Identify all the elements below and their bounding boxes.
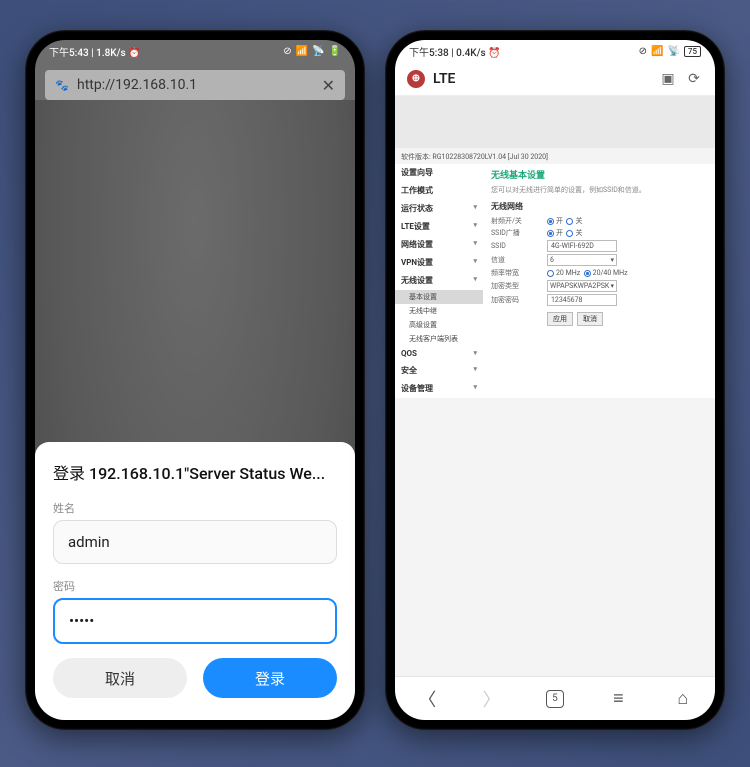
phone-right: 下午5:38 | 0.4K/s ⏰ ⊘ 📶 📡 75 ⊕ LTE ▣ ⟳ 软件版… [385, 30, 725, 730]
tabs-button[interactable]: 5 [546, 690, 564, 708]
signal-icon: 📶 [296, 46, 308, 57]
chevron-down-icon: ▾ [473, 275, 477, 286]
home-icon[interactable]: ⌂ [673, 689, 693, 709]
wifi-password-input[interactable]: 12345678 [547, 294, 617, 306]
cancel-button[interactable]: 取消 [53, 658, 187, 698]
row-ssid: SSID 4G-WIFI-692D [491, 240, 707, 252]
sidebar: 设置向导 工作模式 运行状态▾ LTE设置▾ 网络设置▾ VPN设置▾ 无线设置… [395, 164, 483, 398]
sidebar-item-vpn[interactable]: VPN设置▾ [395, 254, 483, 272]
encryption-select[interactable]: WPAPSKWPA2PSK▾ [547, 280, 617, 292]
sidebar-sub-clients[interactable]: 无线客户端列表 [395, 332, 483, 346]
cancel-button[interactable]: 取消 [577, 312, 603, 326]
apply-button[interactable]: 应用 [547, 312, 573, 326]
bw-20[interactable]: 20 MHz [547, 269, 580, 277]
page-title: LTE [433, 71, 651, 87]
form-buttons: 应用 取消 [491, 312, 707, 326]
sidebar-item-mode[interactable]: 工作模式 [395, 182, 483, 200]
sidebar-sub-advanced[interactable]: 高级设置 [395, 318, 483, 332]
username-input[interactable]: admin [53, 520, 337, 564]
globe-icon: 🐾 [55, 78, 69, 92]
broadcast-off[interactable]: 关 [566, 228, 582, 238]
chevron-down-icon: ▾ [473, 383, 477, 394]
row-broadcast: SSID广播 开 关 [491, 228, 707, 238]
status-icons: ⊘ 📶 📡 🔋 [283, 46, 341, 57]
firmware-line: 软件版本: RG10228308720LV1.04 [Jul 30 2020] [395, 150, 715, 164]
sidebar-item-qos[interactable]: QOS▾ [395, 346, 483, 362]
site-icon: ⊕ [407, 70, 425, 88]
menu-icon[interactable]: ≡ [608, 689, 628, 709]
ssid-input[interactable]: 4G-WIFI-692D [547, 240, 617, 252]
sidebar-item-security[interactable]: 安全▾ [395, 362, 483, 380]
back-icon[interactable]: 〈 [417, 689, 437, 709]
dialog-title: 登录 192.168.10.1"Server Status We... [53, 460, 337, 484]
username-label: 姓名 [53, 500, 337, 516]
screen-left: 下午5:43 | 1.8K/s ⏰ ⊘ 📶 📡 🔋 🐾 http://192.1… [35, 40, 355, 720]
row-bandwidth: 频率带宽 20 MHz 20/40 MHz [491, 268, 707, 278]
status-time: 下午5:38 | 0.4K/s ⏰ [409, 44, 501, 59]
sidebar-item-network[interactable]: 网络设置▾ [395, 236, 483, 254]
sidebar-item-lte[interactable]: LTE设置▾ [395, 218, 483, 236]
section-head: 无线网络 [491, 201, 707, 212]
banner [395, 96, 715, 148]
sidebar-item-device[interactable]: 设备管理▾ [395, 380, 483, 398]
battery-icon: 75 [684, 46, 701, 57]
sidebar-item-wizard[interactable]: 设置向导 [395, 164, 483, 182]
chevron-down-icon: ▾ [473, 257, 477, 268]
row-channel: 信道 6▾ [491, 254, 707, 266]
title-bar: ⊕ LTE ▣ ⟳ [395, 62, 715, 96]
wifi-icon: 📡 [312, 46, 324, 57]
broadcast-on[interactable]: 开 [547, 228, 563, 238]
row-password: 加密密码 12345678 [491, 294, 707, 306]
battery-icon: 🔋 [329, 46, 341, 57]
content-subtitle: 您可以对无线进行简单的设置，例如SSID和信道。 [491, 185, 707, 195]
forward-icon[interactable]: 〉 [482, 689, 502, 709]
clear-icon[interactable]: ✕ [322, 76, 335, 95]
bw-2040[interactable]: 20/40 MHz [584, 269, 628, 277]
login-dialog: 登录 192.168.10.1"Server Status We... 姓名 a… [35, 442, 355, 720]
refresh-icon[interactable]: ⟳ [685, 71, 703, 87]
nosim-icon: ⊘ [639, 46, 647, 57]
status-bar: 下午5:38 | 0.4K/s ⏰ ⊘ 📶 📡 75 [395, 40, 715, 62]
channel-select[interactable]: 6▾ [547, 254, 617, 266]
chevron-down-icon: ▾ [473, 221, 477, 232]
chevron-down-icon: ▾ [473, 203, 477, 214]
radio-on[interactable]: 开 [547, 216, 563, 226]
router-admin-page: 软件版本: RG10228308720LV1.04 [Jul 30 2020] … [395, 96, 715, 676]
url-text: http://192.168.10.1 [77, 77, 314, 93]
nosim-icon: ⊘ [283, 46, 291, 57]
screen-right: 下午5:38 | 0.4K/s ⏰ ⊘ 📶 📡 75 ⊕ LTE ▣ ⟳ 软件版… [395, 40, 715, 720]
radio-off[interactable]: 关 [566, 216, 582, 226]
url-bar[interactable]: 🐾 http://192.168.10.1 ✕ [45, 70, 345, 100]
status-time: 下午5:43 | 1.8K/s ⏰ [49, 44, 141, 59]
browser-navbar: 〈 〉 5 ≡ ⌂ [395, 676, 715, 720]
status-icons: ⊘ 📶 📡 75 [639, 46, 701, 57]
chevron-down-icon: ▾ [473, 349, 477, 358]
sidebar-sub-repeater[interactable]: 无线中继 [395, 304, 483, 318]
content-title: 无线基本设置 [491, 168, 707, 181]
phone-left: 下午5:43 | 1.8K/s ⏰ ⊘ 📶 📡 🔋 🐾 http://192.1… [25, 30, 365, 730]
status-bar: 下午5:43 | 1.8K/s ⏰ ⊘ 📶 📡 🔋 [35, 40, 355, 62]
password-label: 密码 [53, 578, 337, 594]
bookmark-icon[interactable]: ▣ [659, 71, 677, 87]
wifi-icon: 📡 [667, 46, 679, 57]
sidebar-sub-basic[interactable]: 基本设置 [395, 290, 483, 304]
chevron-down-icon: ▾ [473, 239, 477, 250]
sidebar-item-status[interactable]: 运行状态▾ [395, 200, 483, 218]
row-radio: 射频开/关 开 关 [491, 216, 707, 226]
dialog-buttons: 取消 登录 [53, 658, 337, 698]
signal-icon: 📶 [651, 46, 663, 57]
sidebar-item-wireless[interactable]: 无线设置▾ [395, 272, 483, 290]
password-input[interactable]: ••••• [53, 598, 337, 644]
row-encryption: 加密类型 WPAPSKWPA2PSK▾ [491, 280, 707, 292]
login-button[interactable]: 登录 [203, 658, 337, 698]
chevron-down-icon: ▾ [473, 365, 477, 376]
content-panel: 无线基本设置 您可以对无线进行简单的设置，例如SSID和信道。 无线网络 射频开… [483, 164, 715, 398]
